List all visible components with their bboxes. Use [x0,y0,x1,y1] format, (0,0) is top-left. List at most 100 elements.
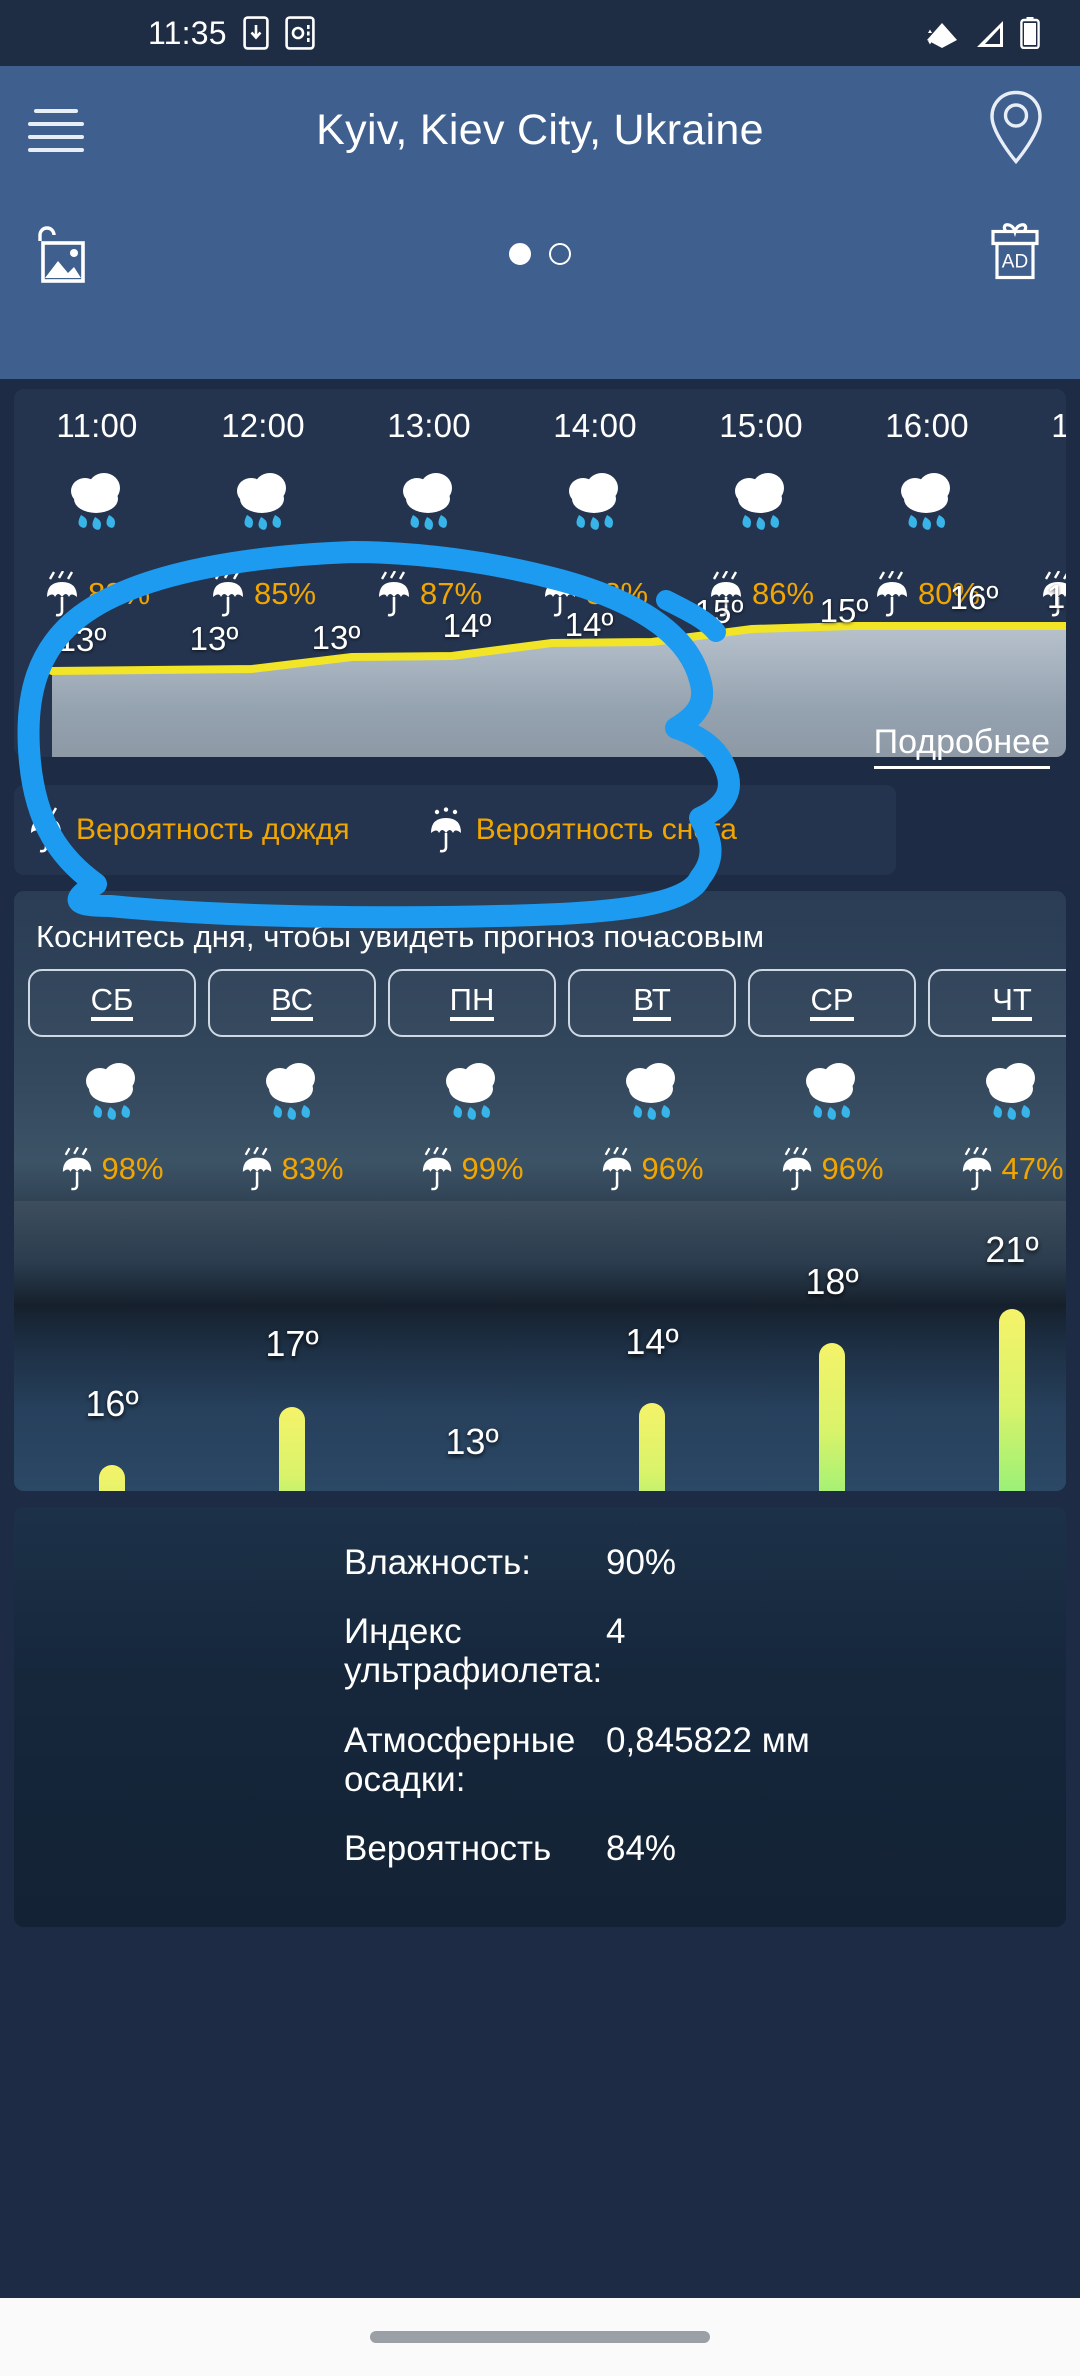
detail-value: 84% [606,1828,677,1868]
hour-time: 16:00 [885,407,969,444]
phone-download-icon [243,16,269,50]
daily-temperature-bar-chart: 16º 12º 17º 11º 13º 10º 14º 8º [14,1201,1066,1491]
legend-snow: Вероятность снега [428,807,737,853]
status-bar-right [924,17,1040,49]
home-gesture-pill[interactable] [370,2331,710,2343]
bar-item[interactable]: 14º 8º [568,1201,736,1491]
daily-item[interactable]: 47% [928,1055,1066,1191]
hamburger-menu-icon[interactable] [28,108,84,152]
umbrella-rain-icon [378,571,409,617]
rain-cloud-icon [388,1055,556,1133]
daily-pop: 47% [928,1147,1066,1191]
daily-pop: 83% [208,1147,376,1191]
day-button-label: ЧТ [992,984,1032,1021]
bar-stick [999,1309,1025,1491]
weather-scroll-area[interactable]: 11:00 83% 12:00 85% 13:00 87% 14:00 88% … [0,389,1080,1927]
svg-text:AD: AD [1002,252,1028,273]
bar-item[interactable]: 18º 9º [748,1201,916,1491]
hourly-more-link[interactable]: Подробнее [873,723,1050,769]
bar-high-label: 14º [625,1321,679,1362]
location-pin-icon[interactable] [988,90,1044,171]
day-button-label: ВС [270,984,314,1021]
hourly-item[interactable]: 12:00 85% [180,389,346,617]
hour-time: 15:00 [719,407,803,444]
day-button-wed[interactable]: СР [748,969,916,1037]
daily-item[interactable]: 96% [568,1055,736,1191]
rain-cloud-icon [14,459,180,549]
umbrella-rain-icon [423,1147,452,1191]
hourly-item[interactable]: 13:00 87% [346,389,512,617]
detail-row: Влажность: 90% [14,1543,1066,1582]
sim-card-icon [285,16,315,50]
page-indicator-dots[interactable] [0,243,1080,265]
app-bar-primary-row: Kyiv, Kiev City, Ukraine [0,66,1080,194]
umbrella-rain-icon [212,571,243,617]
bar-high-label: 16º [85,1383,139,1424]
daily-pop-value: 47% [1001,1151,1064,1186]
gift-ad-icon[interactable]: AD [986,220,1044,289]
cellular-signal-icon [977,21,1003,47]
umbrella-rain-icon [963,1147,992,1191]
app-bar: Kyiv, Kiev City, Ukraine AD [0,66,1080,379]
daily-pop: 96% [568,1147,736,1191]
bar-item[interactable]: 13º 10º [388,1201,556,1491]
daily-pop: 96% [748,1147,916,1191]
app-bar-secondary-row: AD [0,194,1080,314]
hour-temp-label: 14º [442,607,492,644]
hour-temp-label: 13º [311,619,361,656]
day-button-tue[interactable]: ВТ [568,969,736,1037]
hourly-forecast-card[interactable]: 11:00 83% 12:00 85% 13:00 87% 14:00 88% … [14,389,1066,757]
hourly-item[interactable]: 14:00 88% [512,389,678,617]
detail-key: Индекс ультрафиолета: [344,1612,603,1691]
umbrella-rain-icon [783,1147,812,1191]
detail-value: 0,845822 мм [606,1720,810,1760]
bar-stick [819,1343,845,1491]
legend-rain-label: Вероятность дождя [76,813,350,846]
bar-item[interactable]: 21º 11º [928,1201,1066,1491]
daily-pop: 98% [28,1147,196,1191]
detail-row: Индекс ультрафиолета: 4 [14,1612,1066,1690]
daily-pop-value: 98% [101,1151,164,1186]
day-button-thu[interactable]: ЧТ [928,969,1066,1037]
daily-item[interactable]: 98% [28,1055,196,1191]
hour-time: 12:00 [221,407,305,444]
bar-item[interactable]: 16º 12º [28,1201,196,1491]
rain-cloud-icon [844,459,1010,549]
bar-item[interactable]: 17º 11º [208,1201,376,1491]
bar-chart-row: 16º 12º 17º 11º 13º 10º 14º 8º [14,1201,1066,1491]
daily-item[interactable]: 96% [748,1055,916,1191]
detail-key: Атмосферные осадки: [344,1720,576,1799]
hour-time: 11:00 [56,407,138,444]
android-navigation-bar [0,2298,1080,2376]
hourly-pop-value: 86% [751,576,815,611]
day-button-sat[interactable]: СБ [28,969,196,1037]
umbrella-rain-icon [243,1147,272,1191]
hourly-item[interactable]: 15:00 86% [678,389,844,617]
hourly-item[interactable]: 11:00 83% [14,389,180,617]
day-button-sun[interactable]: ВС [208,969,376,1037]
rain-cloud-icon [1010,459,1066,549]
weather-details-card: Влажность: 90% Индекс ультрафиолета: 4 А… [14,1507,1066,1927]
hourly-scroll-row[interactable]: 11:00 83% 12:00 85% 13:00 87% 14:00 88% … [14,389,1066,617]
umbrella-snow-icon [430,807,461,853]
status-bar-clock: 11:35 [148,14,227,51]
detail-value: 4 [606,1612,626,1652]
hourly-pop-value: 85% [253,576,317,611]
page-dot-2[interactable] [549,243,571,265]
daily-forecast-card[interactable]: Коснитесь дня, чтобы увидеть прогноз поч… [14,891,1066,1491]
rain-cloud-icon [748,1055,916,1133]
daily-item[interactable]: 99% [388,1055,556,1191]
hour-time: 17:00 [1051,407,1066,444]
legend-snow-label: Вероятность снега [475,813,737,846]
hour-time: 13:00 [387,407,471,444]
daily-item[interactable]: 83% [208,1055,376,1191]
hour-temp-label: 15º [694,593,744,630]
page-dot-1[interactable] [509,243,531,265]
rain-cloud-icon [568,1055,736,1133]
battery-icon [1020,17,1040,49]
rain-cloud-icon [512,459,678,549]
day-selector-row[interactable]: СБ ВС ПН ВТ СР ЧТ ПТ [14,955,1066,1037]
hour-temp-label: 13º [189,620,239,657]
rain-cloud-icon [928,1055,1066,1133]
day-button-mon[interactable]: ПН [388,969,556,1037]
